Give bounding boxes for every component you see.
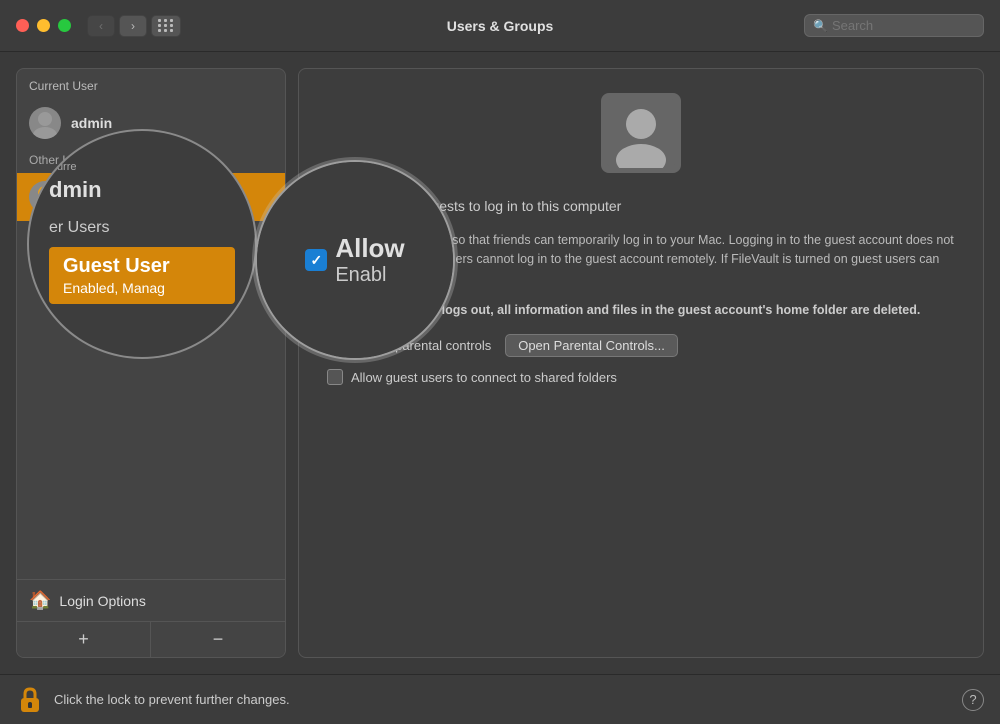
detail-panel: Allow guests to log in to this computer … (298, 68, 984, 658)
lock-text: Click the lock to prevent further change… (54, 692, 290, 707)
description-text: Enable the guest user so that friends ca… (327, 231, 955, 287)
add-user-button[interactable]: + (17, 622, 151, 657)
guest-role: Enabled, Managed (71, 199, 163, 211)
shared-folders-checkbox[interactable] (327, 369, 343, 385)
lock-section[interactable]: Click the lock to prevent further change… (16, 686, 290, 714)
allow-checkbox[interactable] (327, 197, 345, 215)
admin-info: admin (71, 115, 112, 131)
open-parental-controls-button[interactable]: Open Parental Controls... (505, 334, 678, 357)
parental-controls-label: Enable parental controls (351, 338, 491, 353)
minimize-button[interactable] (37, 19, 50, 32)
back-button[interactable]: ‹ (87, 15, 115, 37)
login-options-label: Login Options (59, 593, 145, 609)
close-button[interactable] (16, 19, 29, 32)
sidebar-toolbar: + − (17, 621, 285, 657)
lock-icon (16, 686, 44, 714)
traffic-lights (16, 19, 71, 32)
main-content: Current User admin Other Users (0, 52, 1000, 674)
avatar-admin (29, 107, 61, 139)
window-title: Users & Groups (447, 18, 554, 34)
bottom-bar: Click the lock to prevent further change… (0, 674, 1000, 724)
allow-subtitle: guests to log in to this computer (424, 198, 622, 214)
sidebar-item-guest[interactable]: Guest User Enabled, Managed (17, 173, 285, 221)
login-options[interactable]: 🏠 Login Options (17, 579, 285, 621)
allow-row: Allow guests to log in to this computer (327, 193, 621, 219)
avatar-guest (29, 181, 61, 213)
guest-name: Guest User (71, 183, 163, 199)
shared-folders-row: Allow guest users to connect to shared f… (327, 369, 617, 385)
parental-controls-checkbox[interactable] (327, 338, 343, 354)
search-input[interactable] (832, 18, 975, 33)
user-avatar-large (601, 93, 681, 173)
nav-buttons: ‹ › (87, 15, 147, 37)
search-box[interactable]: 🔍 (804, 14, 984, 37)
forward-button[interactable]: › (119, 15, 147, 37)
guest-info: Guest User Enabled, Managed (71, 183, 163, 211)
remove-user-button[interactable]: − (151, 622, 285, 657)
house-icon: 🏠 (29, 590, 51, 611)
sidebar-header: Current User (17, 69, 285, 99)
search-icon: 🔍 (813, 19, 828, 33)
sidebar-item-admin[interactable]: admin (17, 99, 285, 147)
shared-folders-label: Allow guest users to connect to shared f… (351, 370, 617, 385)
allow-label: Allow (355, 193, 414, 219)
warning-text: When a guest user logs out, all informat… (327, 301, 920, 320)
maximize-button[interactable] (58, 19, 71, 32)
sidebar: Current User admin Other Users (16, 68, 286, 658)
grid-button[interactable] (151, 15, 181, 37)
grid-icon (158, 19, 174, 32)
admin-name: admin (71, 115, 112, 131)
sidebar-list: admin Other Users Guest User Enabled, Ma… (17, 99, 285, 579)
sidebar-other-users: Other Users (17, 147, 285, 173)
titlebar: ‹ › Users & Groups 🔍 (0, 0, 1000, 52)
help-button[interactable]: ? (962, 689, 984, 711)
parental-controls-row: Enable parental controls Open Parental C… (327, 334, 678, 357)
